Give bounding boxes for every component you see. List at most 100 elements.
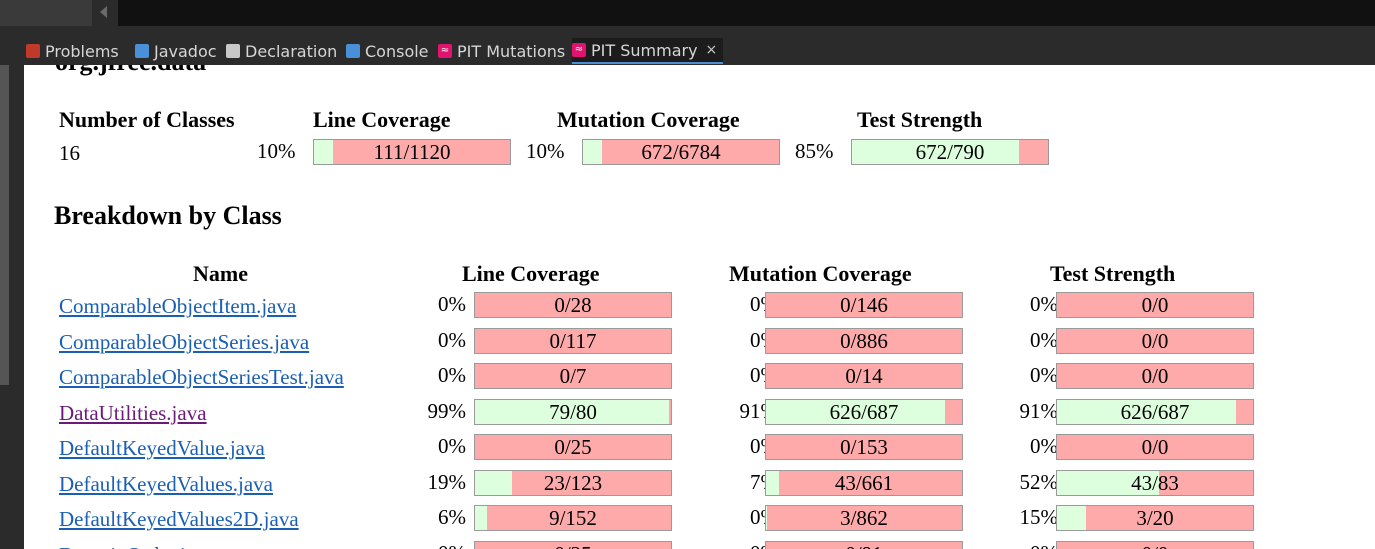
class-link[interactable]: DefaultKeyedValues.java: [59, 472, 273, 497]
mutation-coverage-bar: 0/146: [765, 292, 963, 318]
strength-pct: 0%: [1030, 328, 1058, 352]
line-pct: 19%: [427, 470, 467, 494]
toolbar-block: [0, 0, 92, 26]
summary-header-strength: Test Strength: [857, 107, 983, 132]
declaration-icon: [226, 44, 240, 58]
strength-pct: 0%: [1030, 292, 1058, 316]
line-pct: 0%: [438, 292, 466, 316]
mutation-coverage-bar: 626/687: [765, 399, 963, 425]
line-coverage-bar: 0/25: [474, 434, 672, 460]
line-label: 0/25: [554, 435, 592, 459]
line-pct: 0%: [412, 541, 466, 549]
strength-label: 0/0: [1141, 329, 1169, 353]
tab-label: Console: [365, 41, 429, 61]
summary-strength-pct: 85%: [795, 139, 834, 163]
strength-pct: 52%: [1019, 470, 1059, 494]
summary-header-classes: Number of Classes: [59, 107, 235, 132]
line-coverage-bar: 0/117: [474, 328, 672, 354]
mutation-label: 0/153: [840, 435, 888, 459]
column-header-name: Name: [193, 261, 248, 286]
tab-pit-summary[interactable]: ≈ PIT Summary ×: [572, 38, 724, 64]
tab-declaration[interactable]: Declaration: [226, 38, 337, 64]
strength-pct: 0%: [1030, 434, 1058, 458]
mutation-coverage-bar: 0/14: [765, 363, 963, 389]
line-pct: 0%: [438, 328, 466, 352]
line-label: 0/7: [559, 364, 587, 388]
strength-label: 626/687: [1120, 400, 1190, 424]
strength-coverage-bar: 43/83: [1056, 470, 1254, 496]
column-header-mutation: Mutation Coverage: [729, 261, 912, 286]
mutation-coverage-bar: 0/153: [765, 434, 963, 460]
strength-pct: 15%: [1019, 505, 1059, 529]
strength-coverage-bar: 0/0: [1056, 541, 1254, 549]
strength-label: 0/0: [1141, 435, 1169, 459]
strength-coverage-bar: 626/687: [1056, 399, 1254, 425]
line-coverage-bar: 0/7: [474, 363, 672, 389]
line-coverage-bar: 0/28: [474, 292, 672, 318]
class-link[interactable]: ComparableObjectItem.java: [59, 294, 296, 319]
strength-pct: 0%: [1004, 541, 1058, 549]
tab-label: Declaration: [245, 41, 338, 61]
line-label: 23/123: [543, 471, 603, 495]
line-label: 9/152: [549, 506, 597, 530]
mutation-label: 43/661: [834, 471, 894, 495]
tab-label: Problems: [45, 41, 119, 61]
class-link[interactable]: DomainOrder.java: [59, 543, 215, 549]
line-label: 0/28: [554, 293, 592, 317]
summary-num-classes: 16: [59, 141, 80, 165]
strength-coverage-bar: 0/0: [1056, 292, 1254, 318]
close-icon[interactable]: ×: [706, 42, 718, 58]
tab-pit-mutations[interactable]: ≈ PIT Mutations: [438, 38, 565, 64]
scroll-left-icon[interactable]: [100, 6, 107, 18]
summary-header-mutation: Mutation Coverage: [557, 107, 740, 132]
toolbar-area: [118, 0, 1375, 26]
column-header-strength: Test Strength: [1050, 261, 1176, 286]
tab-javadoc[interactable]: Javadoc: [135, 38, 217, 64]
strength-coverage-bar: 0/0: [1056, 328, 1254, 354]
line-label: 0/25: [475, 542, 671, 549]
tab-label: Javadoc: [154, 41, 217, 61]
tab-label: PIT Summary: [591, 40, 698, 60]
pit-summary-report: org.jfree.data Number of Classes Line Co…: [24, 65, 1375, 549]
strength-coverage-bar: 0/0: [1056, 434, 1254, 460]
left-gutter: [0, 65, 24, 549]
summary-mutation-label: 672/6784: [641, 140, 721, 164]
line-coverage-bar: 23/123: [474, 470, 672, 496]
top-toolbar: [0, 0, 1375, 26]
strength-label: 3/20: [1136, 506, 1174, 530]
class-link[interactable]: ComparableObjectSeries.java: [59, 330, 309, 355]
column-header-line: Line Coverage: [462, 261, 600, 286]
class-link[interactable]: DefaultKeyedValues2D.java: [59, 507, 299, 532]
line-pct: 0%: [438, 363, 466, 387]
mutation-coverage-bar: 0/91: [765, 541, 963, 549]
mutation-label: 626/687: [829, 400, 899, 424]
line-label: 79/80: [549, 400, 597, 424]
class-link[interactable]: DataUtilities.java: [59, 401, 207, 426]
line-pct: 6%: [438, 505, 466, 529]
strength-label: 43/83: [1131, 471, 1179, 495]
strength-coverage-bar: 3/20: [1056, 505, 1254, 531]
pit-icon: ≈: [572, 43, 586, 57]
tab-problems[interactable]: Problems: [26, 38, 119, 64]
tab-console[interactable]: Console: [346, 38, 429, 64]
summary-line-label: 111/1120: [373, 140, 451, 164]
line-pct: 0%: [438, 434, 466, 458]
line-coverage-bar: 9/152: [474, 505, 672, 531]
problems-icon: [26, 44, 40, 58]
vertical-scrollbar[interactable]: [0, 65, 9, 385]
javadoc-icon: [135, 44, 149, 58]
view-tab-bar: Problems Javadoc Declaration Console ≈ PIT Mu…: [0, 26, 1375, 65]
strength-coverage-bar: 0/0: [1056, 363, 1254, 389]
summary-mutation-pct: 10%: [526, 139, 565, 163]
package-title: org.jfree.data: [55, 65, 206, 77]
strength-label: 0/0: [1141, 364, 1169, 388]
class-link[interactable]: ComparableObjectSeriesTest.java: [59, 365, 344, 390]
summary-strength-bar: 672/790: [851, 139, 1049, 165]
mutation-coverage-bar: 0/886: [765, 328, 963, 354]
class-link[interactable]: DefaultKeyedValue.java: [59, 436, 265, 461]
strength-label: 0/0: [1141, 293, 1169, 317]
mutation-label: 3/862: [840, 506, 888, 530]
line-coverage-bar: 0/25: [474, 541, 672, 549]
summary-strength-label: 672/790: [915, 140, 985, 164]
mutation-label: 0/14: [845, 364, 883, 388]
